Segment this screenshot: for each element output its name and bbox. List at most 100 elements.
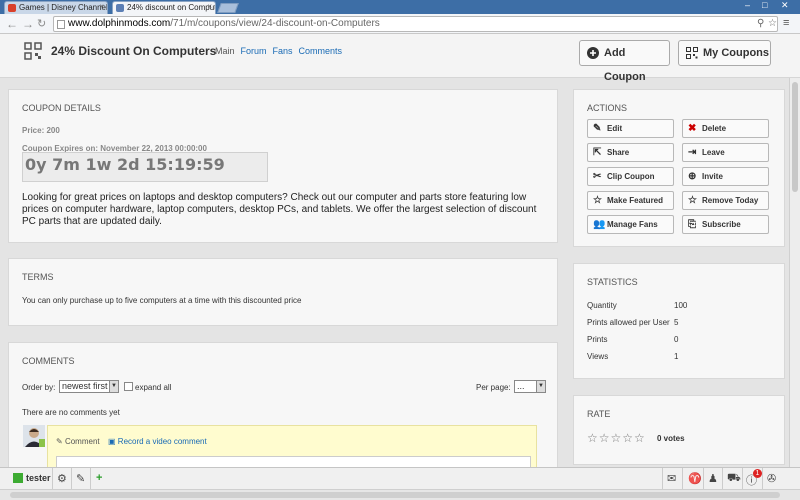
online-status-icon [13, 473, 23, 483]
tab-title: Games | Disney Channel T [19, 3, 108, 12]
tab-close-icon[interactable]: × [207, 2, 212, 11]
video-comment-label: Record a video comment [117, 437, 207, 446]
browser-menu-icon[interactable]: ≡ [783, 17, 789, 29]
rate-title: RATE [587, 409, 611, 419]
delete-label: Delete [702, 124, 727, 133]
my-coupons-button[interactable]: My Coupons [678, 40, 771, 66]
subscribe-label: Subscribe [702, 220, 741, 229]
edit-label: Edit [607, 124, 623, 133]
browser-tab-games[interactable]: Games | Disney Channel T × [4, 1, 108, 14]
bottom-toolbar: tester ⚙ ✎ + ✉ ♈ ♟ ⛟ ⓘ 1 ✇ [0, 467, 800, 490]
avatar [23, 425, 45, 447]
page-nav-links: Main Forum Fans Comments [215, 46, 348, 56]
add-icon[interactable]: + [96, 472, 102, 484]
nav-link-comments[interactable]: Comments [299, 46, 343, 56]
twitter-icon[interactable]: ♈ [688, 472, 702, 485]
scrollbar-thumb[interactable] [10, 492, 780, 498]
chevron-down-icon: ▼ [109, 381, 118, 392]
bookmark-star-icon[interactable]: ☆ [768, 17, 777, 31]
address-bar[interactable]: www.dolphinmods.com/71/m/coupons/view/24… [53, 16, 778, 32]
wrench-icon[interactable]: ✇ [767, 472, 776, 485]
star-icon: ☆ [688, 195, 697, 206]
browser-toolbar: ← → ↻ www.dolphinmods.com/71/m/coupons/v… [0, 14, 800, 34]
subscribe-button[interactable]: ⎘ Subscribe [682, 215, 769, 234]
scissors-icon: ✂ [593, 171, 602, 182]
rate-panel: RATE ☆☆☆☆☆ 0 votes [573, 395, 785, 465]
url-path: /71/m/coupons/view/24-discount-on-Comput… [170, 18, 380, 29]
reload-icon[interactable]: ↻ [37, 17, 46, 30]
horizontal-scrollbar[interactable] [0, 489, 800, 500]
comment-tab-label: Comment [64, 437, 100, 446]
username[interactable]: tester [26, 473, 51, 483]
clip-coupon-button[interactable]: ✂ Clip Coupon [587, 167, 674, 186]
minimize-icon[interactable]: – [745, 0, 750, 10]
leave-icon: ⇥ [688, 147, 697, 158]
stat-value: 5 [674, 318, 679, 327]
leave-button[interactable]: ⇥ Leave [682, 143, 769, 162]
notification-badge: 1 [753, 469, 762, 478]
edit-button[interactable]: ✎ Edit [587, 119, 674, 138]
order-by-select[interactable]: newest first ▼ [59, 380, 119, 393]
tab-close-icon[interactable]: × [99, 2, 104, 11]
star-icon: ☆ [593, 195, 602, 206]
delete-x-icon: ✖ [688, 123, 697, 134]
manage-fans-button[interactable]: 👥 Manage Fans [587, 215, 674, 234]
stat-label: Prints [587, 335, 608, 344]
gear-icon[interactable]: ⚙ [57, 472, 67, 485]
remove-today-label: Remove Today [702, 196, 759, 205]
new-tab-button[interactable] [217, 3, 239, 13]
back-icon[interactable]: ← [6, 17, 18, 31]
terms-panel: TERMS You can only purchase up to five c… [8, 258, 558, 326]
maximize-icon[interactable]: □ [762, 0, 767, 10]
manage-fans-label: Manage Fans [607, 220, 658, 229]
comment-tab[interactable]: ✎ Comment [56, 437, 100, 446]
make-featured-button[interactable]: ☆ Make Featured [587, 191, 674, 210]
invite-button[interactable]: ⊕ Invite [682, 167, 769, 186]
comment-form: ✎ Comment ▣ Record a video comment [47, 425, 537, 470]
edit-icon: ✎ [593, 123, 602, 134]
add-coupon-button[interactable]: Add Coupon [579, 40, 670, 83]
vote-count: 0 votes [657, 434, 685, 443]
user-icon[interactable]: ♟ [708, 472, 718, 485]
nav-link-main[interactable]: Main [215, 46, 235, 56]
expand-all-label: expand all [135, 383, 172, 392]
comments-title: COMMENTS [22, 356, 75, 366]
star-rating[interactable]: ☆☆☆☆☆ [587, 431, 646, 445]
tab-title: 24% discount on Comput [127, 3, 216, 12]
divider [90, 468, 91, 490]
dolphinmods-favicon-icon [116, 4, 124, 12]
countdown-timer: 0y 7m 1w 2d 15:19:59 [22, 152, 268, 182]
share-label: Share [607, 148, 630, 157]
video-comment-tab[interactable]: ▣ Record a video comment [108, 437, 207, 446]
remove-today-button[interactable]: ☆ Remove Today [682, 191, 769, 210]
nav-link-forum[interactable]: Forum [241, 46, 267, 56]
zoom-icon[interactable]: ⚲ [757, 17, 764, 31]
page-header: 24% Discount On Computers Main Forum Fans C… [0, 34, 800, 83]
share-icon: ⇱ [593, 147, 602, 158]
browser-tab-coupon[interactable]: 24% discount on Comput × [112, 1, 216, 14]
plus-circle-icon [587, 47, 599, 59]
share-button[interactable]: ⇱ Share [587, 143, 674, 162]
scrollbar-thumb[interactable] [792, 82, 798, 192]
mail-icon[interactable]: ✉ [667, 472, 676, 485]
per-page-select[interactable]: ... ▼ [514, 380, 546, 393]
expand-all-checkbox[interactable] [124, 382, 133, 391]
edit-icon[interactable]: ✎ [76, 472, 85, 485]
paperclip-icon: ⎘ [688, 219, 696, 230]
my-coupons-label: My Coupons [703, 47, 769, 59]
leave-label: Leave [702, 148, 725, 157]
divider [722, 468, 723, 490]
forward-icon[interactable]: → [22, 17, 34, 31]
delete-button[interactable]: ✖ Delete [682, 119, 769, 138]
comments-panel: COMMENTS Order by: newest first ▼ expand… [8, 342, 558, 472]
make-featured-label: Make Featured [607, 196, 664, 205]
nav-link-fans[interactable]: Fans [273, 46, 293, 56]
invite-label: Invite [702, 172, 723, 181]
chevron-down-icon: ▼ [536, 381, 545, 392]
cart-icon[interactable]: ⛟ [727, 472, 741, 486]
statistics-title: STATISTICS [587, 277, 638, 287]
stat-row: Quantity 100 [587, 301, 687, 310]
close-window-icon[interactable]: ✕ [781, 0, 789, 11]
divider [52, 468, 53, 490]
vertical-scrollbar[interactable] [789, 78, 800, 467]
